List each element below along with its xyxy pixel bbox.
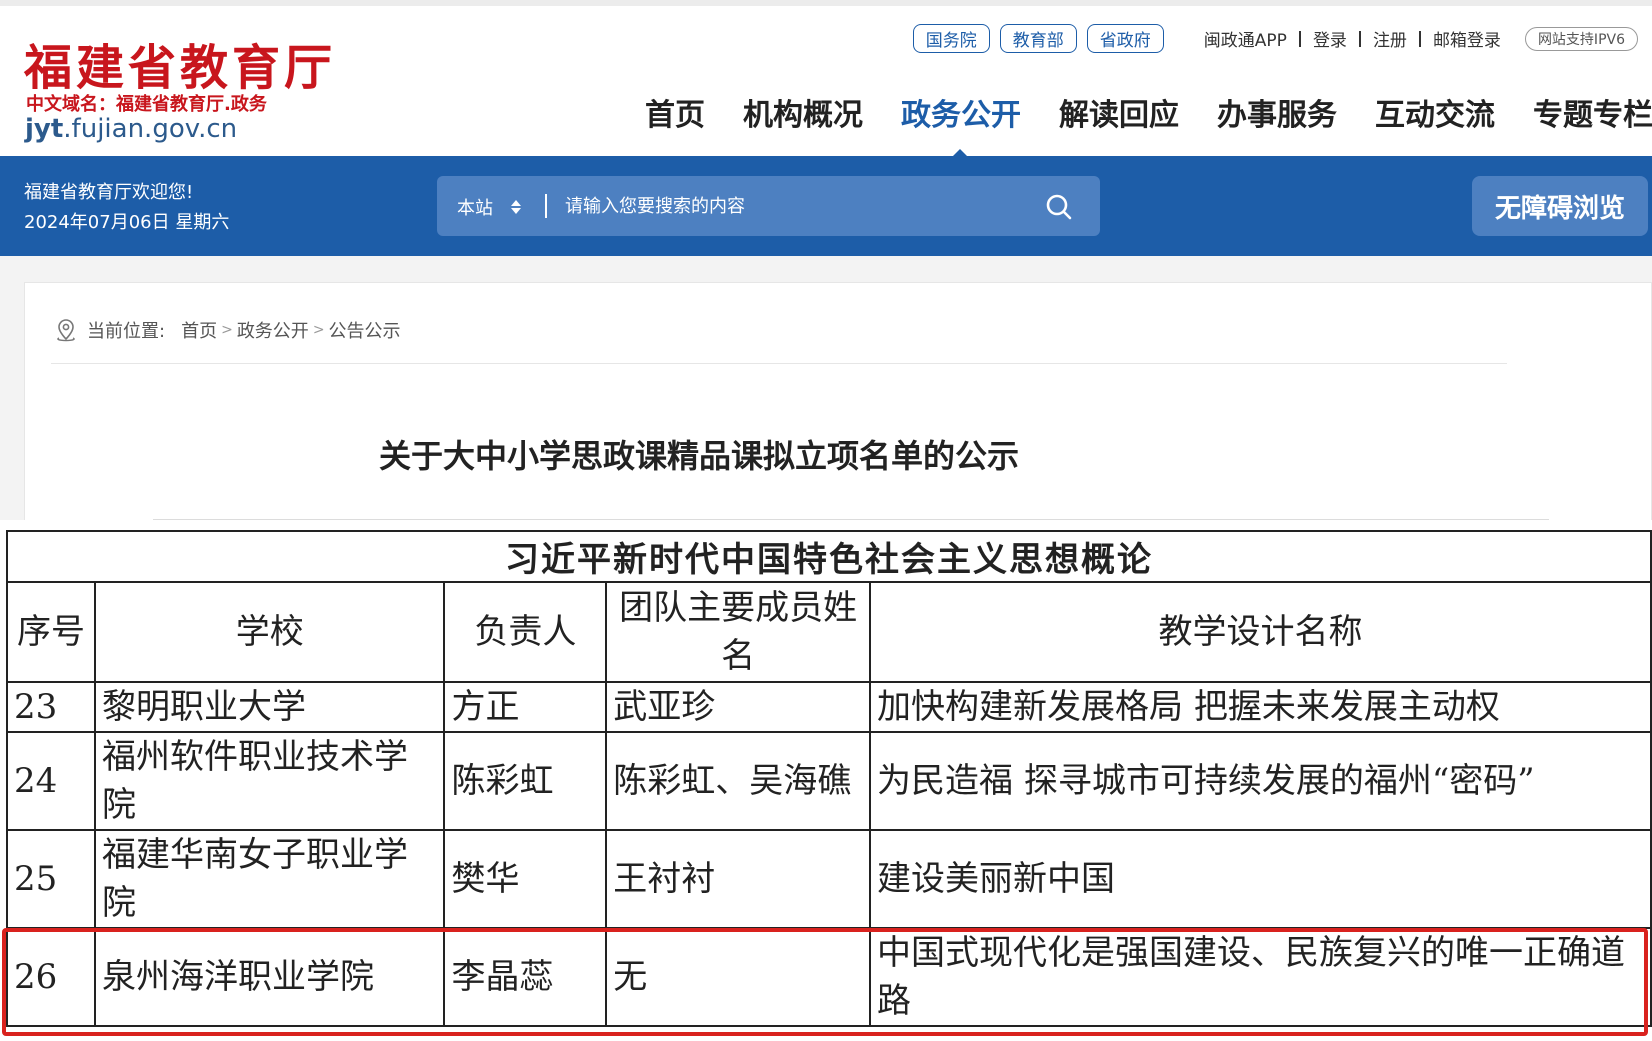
site-logo-title[interactable]: 福建省教育厅 (24, 28, 336, 98)
cell-members: 武亚珍 (605, 681, 872, 733)
site-logo-subtitle: 中文域名：福建省教育厅.政务 (26, 94, 267, 115)
breadcrumb-home[interactable]: 首页 (181, 317, 217, 343)
cell-design: 为民造福 探寻城市可持续发展的福州“密码” (869, 731, 1652, 831)
search-scope-label: 本站 (457, 198, 493, 219)
search-box: 本站 (437, 176, 1100, 236)
cell-leader: 方正 (443, 681, 608, 733)
nav-item-interaction[interactable]: 互动交流 (1375, 90, 1495, 134)
header-no: 序号 (6, 581, 96, 683)
breadcrumb-gov-affairs[interactable]: 政务公开 (237, 317, 309, 343)
divider (1358, 30, 1361, 47)
breadcrumb-label: 当前位置: (87, 321, 166, 342)
site-logo-domain: jyt.fujian.gov.cn (25, 114, 237, 144)
breadcrumb: 当前位置: 首页 > 政务公开 > 公告公示 (55, 317, 401, 343)
location-pin-icon (57, 319, 75, 342)
cell-no: 26 (6, 927, 96, 1027)
nav-item-interpretation[interactable]: 解读回应 (1059, 90, 1179, 134)
cell-members: 无 (605, 927, 872, 1027)
table-image-area: 习近平新时代中国特色社会主义思想概论 序号 学校 负责人 团队主要成员姓名 教学… (0, 520, 1652, 1041)
main-nav: 首页 机构概况 政务公开 解读回应 办事服务 互动交流 专题专栏 (645, 90, 1652, 134)
cell-design: 建设美丽新中国 (869, 829, 1652, 929)
cell-leader: 樊华 (443, 829, 608, 929)
site-header: 福建省教育厅 中文域名：福建省教育厅.政务 jyt.fujian.gov.cn … (0, 6, 1652, 162)
domain-rest: .fujian.gov.cn (63, 114, 238, 144)
cell-leader: 陈彩虹 (443, 731, 608, 831)
divider (1418, 30, 1421, 47)
cell-design: 中国式现代化是强国建设、民族复兴的唯一正确道路 (869, 927, 1652, 1027)
current-date: 2024年07月06日 星期六 (24, 212, 230, 233)
header-school: 学校 (93, 581, 446, 683)
cell-no: 23 (6, 681, 96, 733)
link-jiaoyubu[interactable]: 教育部 (999, 24, 1077, 53)
updown-arrow-icon (511, 200, 521, 214)
header-members: 团队主要成员姓名 (605, 581, 872, 683)
cell-no: 25 (6, 829, 96, 929)
content-panel: 当前位置: 首页 > 政务公开 > 公告公示 关于大中小学思政课精品课拟立项名单… (24, 282, 1652, 522)
table-row: 24 福州软件职业技术学院 陈彩虹 陈彩虹、吴海礁 为民造福 探寻城市可持续发展… (6, 731, 1652, 831)
nav-item-gov-affairs[interactable]: 政务公开 (901, 90, 1021, 134)
ipv6-badge: 网站支持IPV6 (1524, 26, 1638, 51)
welcome-message: 福建省教育厅欢迎您! (24, 182, 194, 203)
page-title: 关于大中小学思政课精品课拟立项名单的公示 (378, 437, 1019, 475)
cell-design: 加快构建新发展格局 把握未来发展主动权 (869, 681, 1652, 733)
cell-members: 陈彩虹、吴海礁 (605, 731, 872, 831)
divider (1298, 30, 1301, 47)
table-row: 25 福建华南女子职业学院 樊华 王衬衬 建设美丽新中国 (6, 829, 1652, 929)
cell-school: 福州软件职业技术学院 (93, 731, 446, 831)
top-links: 国务院 教育部 省政府 闽政通APP 登录 注册 邮箱登录 网站支持IPV6 (912, 24, 1638, 53)
search-icon (1046, 194, 1072, 220)
search-divider (545, 194, 547, 218)
welcome-text: 福建省教育厅欢迎您! 2024年07月06日 星期六 (24, 178, 229, 238)
nav-item-home[interactable]: 首页 (645, 90, 705, 134)
project-table: 习近平新时代中国特色社会主义思想概论 序号 学校 负责人 团队主要成员姓名 教学… (6, 530, 1652, 1027)
cell-school: 泉州海洋职业学院 (93, 927, 446, 1027)
breadcrumb-separator: > (312, 322, 325, 338)
domain-bold: jyt (25, 114, 64, 144)
header-design: 教学设计名称 (869, 581, 1652, 683)
link-app[interactable]: 闽政通APP (1204, 26, 1287, 51)
table-caption: 习近平新时代中国特色社会主义思想概论 (6, 530, 1652, 583)
cell-school: 黎明职业大学 (93, 681, 446, 733)
link-register[interactable]: 注册 (1373, 26, 1407, 51)
breadcrumb-divider (51, 363, 1507, 364)
accessibility-button[interactable]: 无障碍浏览 (1472, 176, 1648, 236)
cell-members: 王衬衬 (605, 829, 872, 929)
breadcrumb-notices[interactable]: 公告公示 (329, 317, 401, 343)
breadcrumb-separator: > (221, 322, 233, 338)
nav-item-organization[interactable]: 机构概况 (743, 90, 863, 134)
cell-no: 24 (6, 731, 96, 831)
link-email-login[interactable]: 邮箱登录 (1433, 26, 1501, 51)
nav-item-topics[interactable]: 专题专栏 (1533, 90, 1652, 134)
search-button[interactable] (1042, 190, 1076, 224)
cell-leader: 李晶蕊 (443, 927, 608, 1027)
link-login[interactable]: 登录 (1313, 26, 1347, 51)
search-scope-select[interactable]: 本站 (457, 194, 521, 220)
search-input[interactable] (565, 190, 1015, 222)
cell-school: 福建华南女子职业学院 (93, 829, 446, 929)
link-shengzhengfu[interactable]: 省政府 (1086, 24, 1164, 53)
banner-bar: 福建省教育厅欢迎您! 2024年07月06日 星期六 本站 无障碍浏览 (0, 156, 1652, 256)
header-leader: 负责人 (443, 581, 608, 683)
link-guowuyuan[interactable]: 国务院 (912, 24, 990, 53)
table-row-highlighted: 26 泉州海洋职业学院 李晶蕊 无 中国式现代化是强国建设、民族复兴的唯一正确道… (6, 927, 1652, 1027)
table-row: 23 黎明职业大学 方正 武亚珍 加快构建新发展格局 把握未来发展主动权 (6, 681, 1652, 733)
nav-item-services[interactable]: 办事服务 (1217, 90, 1337, 134)
